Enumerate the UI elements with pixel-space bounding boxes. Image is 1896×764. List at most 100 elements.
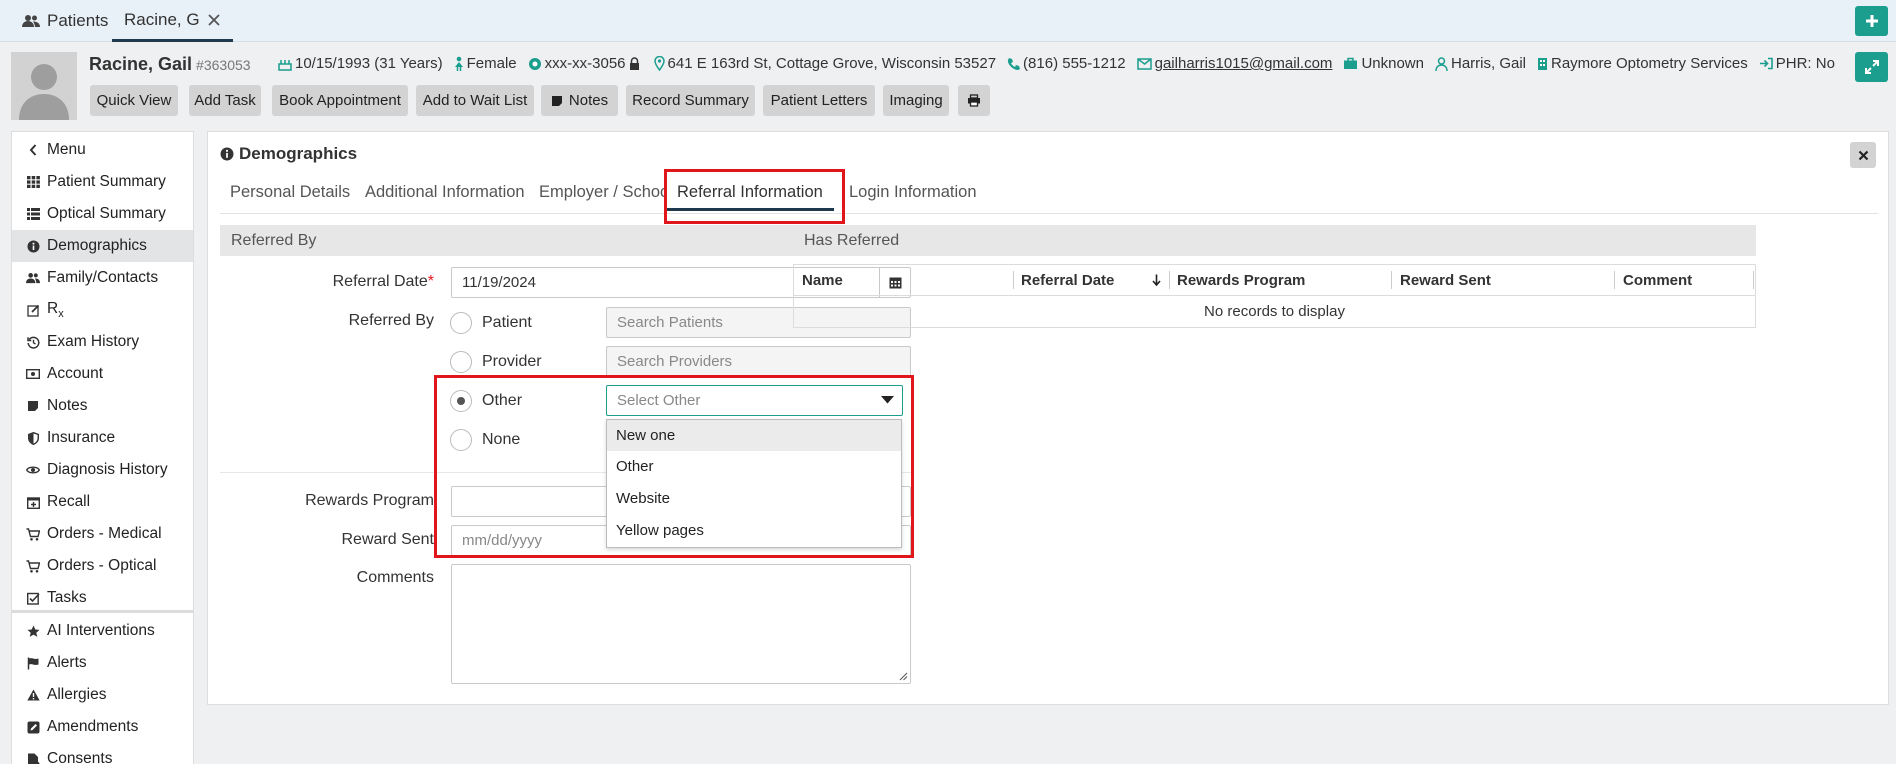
users-icon xyxy=(22,14,40,28)
patient-name: Racine, Gail #363053 xyxy=(89,54,251,75)
tab-personal-details[interactable]: Personal Details xyxy=(230,183,350,202)
sidebar-item-account[interactable]: Account xyxy=(12,358,193,390)
sidebar-item-rx[interactable]: Rx xyxy=(12,294,193,326)
map-marker-icon xyxy=(653,56,665,71)
sidebar-item-consents[interactable]: Consents xyxy=(12,743,193,764)
sidebar-item-ai-interventions[interactable]: AI Interventions xyxy=(12,615,193,647)
col-separator xyxy=(1013,271,1014,289)
reward-sent-label: Reward Sent xyxy=(341,531,435,548)
col-referral-date[interactable]: Referral Date xyxy=(1021,265,1161,295)
print-button[interactable] xyxy=(958,85,990,116)
sidebar-item-amendments[interactable]: Amendments xyxy=(12,711,193,743)
sidebar-item-diagnosis-history[interactable]: Diagnosis History xyxy=(12,454,193,486)
sidebar-item-label: Orders - Optical xyxy=(47,557,157,574)
tab-patient-label: Racine, G xyxy=(124,9,200,29)
lock-icon[interactable] xyxy=(629,56,640,71)
referral-date-label-text: Referral Date xyxy=(332,273,428,290)
sidebar-item-label: Diagnosis History xyxy=(47,461,168,478)
ssn-item: xxx-xx-3056 xyxy=(528,55,643,72)
sign-in-icon xyxy=(1759,57,1773,70)
imaging-button[interactable]: Imaging xyxy=(883,85,949,116)
tab-patients[interactable]: Patients xyxy=(22,0,108,42)
quick-view-button[interactable]: Quick View xyxy=(90,85,178,116)
book-appointment-button[interactable]: Book Appointment xyxy=(272,85,408,116)
envelope-icon xyxy=(1136,57,1152,70)
tab-patient-racine[interactable]: Racine, G xyxy=(112,0,233,42)
notes-button[interactable]: Notes xyxy=(541,85,618,116)
sidebar-item-label: Optical Summary xyxy=(47,205,166,222)
sidebar-item-label: Demographics xyxy=(47,237,147,254)
building-icon xyxy=(1537,57,1548,71)
birthday-cake-icon xyxy=(278,57,292,71)
tab-additional-information[interactable]: Additional Information xyxy=(365,183,525,202)
add-task-button[interactable]: Add Task xyxy=(189,85,261,116)
gender-text: Female xyxy=(466,55,517,72)
radio-provider[interactable] xyxy=(450,351,472,373)
comments-textarea[interactable] xyxy=(451,564,911,684)
panel-close-button[interactable] xyxy=(1850,142,1876,168)
list-icon xyxy=(26,208,40,220)
search-providers-input[interactable]: Search Providers xyxy=(606,346,911,377)
sidebar-item-optical-summary[interactable]: Optical Summary xyxy=(12,198,193,230)
col-rewards-program[interactable]: Rewards Program xyxy=(1177,265,1305,295)
sidebar-item-family-contacts[interactable]: Family/Contacts xyxy=(12,262,193,294)
sidebar-item-alerts[interactable]: Alerts xyxy=(12,647,193,679)
add-wait-list-button[interactable]: Add to Wait List xyxy=(416,85,534,116)
email-link[interactable]: gailharris1015@gmail.com xyxy=(1155,55,1333,72)
sidebar-item-patient-summary[interactable]: Patient Summary xyxy=(12,166,193,198)
sidebar-item-orders-optical[interactable]: Orders - Optical xyxy=(12,550,193,582)
sidebar-item-demographics[interactable]: Demographics xyxy=(12,230,193,262)
sidebar-item-label: Family/Contacts xyxy=(47,269,159,286)
sidebar-item-label: Consents xyxy=(47,750,113,764)
sort-down-icon[interactable] xyxy=(1152,274,1161,286)
expand-button[interactable] xyxy=(1855,52,1888,82)
referral-date-value: 11/19/2024 xyxy=(462,274,536,291)
add-tab-button[interactable] xyxy=(1855,6,1888,36)
gender-item: Female xyxy=(454,55,517,72)
col-separator xyxy=(1753,271,1754,289)
tab-employer-school[interactable]: Employer / School xyxy=(539,183,665,202)
comments-label: Comments xyxy=(356,569,434,586)
radio-provider-label: Provider xyxy=(482,353,542,370)
sidebar-divider xyxy=(12,610,193,613)
patient-info-bar: 10/15/1993 (31 Years) Female xxx-xx-3056… xyxy=(278,55,1846,72)
address-item: 641 E 163rd St, Cottage Grove, Wisconsin… xyxy=(653,55,996,72)
patient-letters-button[interactable]: Patient Letters xyxy=(763,85,875,116)
required-marker: * xyxy=(427,273,434,290)
sidebar-item-exam-history[interactable]: Exam History xyxy=(12,326,193,358)
sidebar-item-allergies[interactable]: Allergies xyxy=(12,679,193,711)
sidebar-item-menu[interactable]: Menu xyxy=(12,134,193,166)
col-name[interactable]: Name xyxy=(802,265,843,295)
print-icon xyxy=(967,94,981,107)
record-summary-button[interactable]: Record Summary xyxy=(626,85,755,116)
col-comment[interactable]: Comment xyxy=(1623,265,1692,295)
close-icon[interactable] xyxy=(207,13,221,27)
tab-login-information[interactable]: Login Information xyxy=(849,183,977,202)
sidebar-item-recall[interactable]: Recall xyxy=(12,486,193,518)
doctor-icon xyxy=(1435,56,1448,71)
edit-icon xyxy=(26,721,40,734)
provider-item: Harris, Gail xyxy=(1435,55,1526,72)
sidebar-item-label: AI Interventions xyxy=(47,622,155,639)
tab-highlight-box xyxy=(664,169,845,224)
sidebar-item-insurance[interactable]: Insurance xyxy=(12,422,193,454)
radio-patient[interactable] xyxy=(450,312,472,334)
sidebar-item-orders-medical[interactable]: Orders - Medical xyxy=(12,518,193,550)
resize-handle-icon[interactable] xyxy=(899,672,908,681)
avatar xyxy=(11,52,77,120)
col-separator xyxy=(1391,271,1392,289)
sticky-note-icon xyxy=(551,95,563,107)
phr-text: PHR: No xyxy=(1775,55,1835,72)
close-icon xyxy=(1858,150,1869,161)
sidebar-item-label: Recall xyxy=(47,493,91,510)
users-icon xyxy=(26,272,40,284)
info-icon xyxy=(26,240,40,253)
shield-icon xyxy=(26,431,40,445)
col-reward-sent[interactable]: Reward Sent xyxy=(1400,265,1491,295)
sidebar-item-notes[interactable]: Notes xyxy=(12,390,193,422)
notes-button-label: Notes xyxy=(568,92,609,109)
sidebar-item-label: Amendments xyxy=(47,718,139,735)
sidebar-item-label: Orders - Medical xyxy=(47,525,162,542)
sidebar: Menu Patient Summary Optical Summary Dem… xyxy=(11,131,194,764)
sidebar-item-label: Insurance xyxy=(47,429,116,446)
